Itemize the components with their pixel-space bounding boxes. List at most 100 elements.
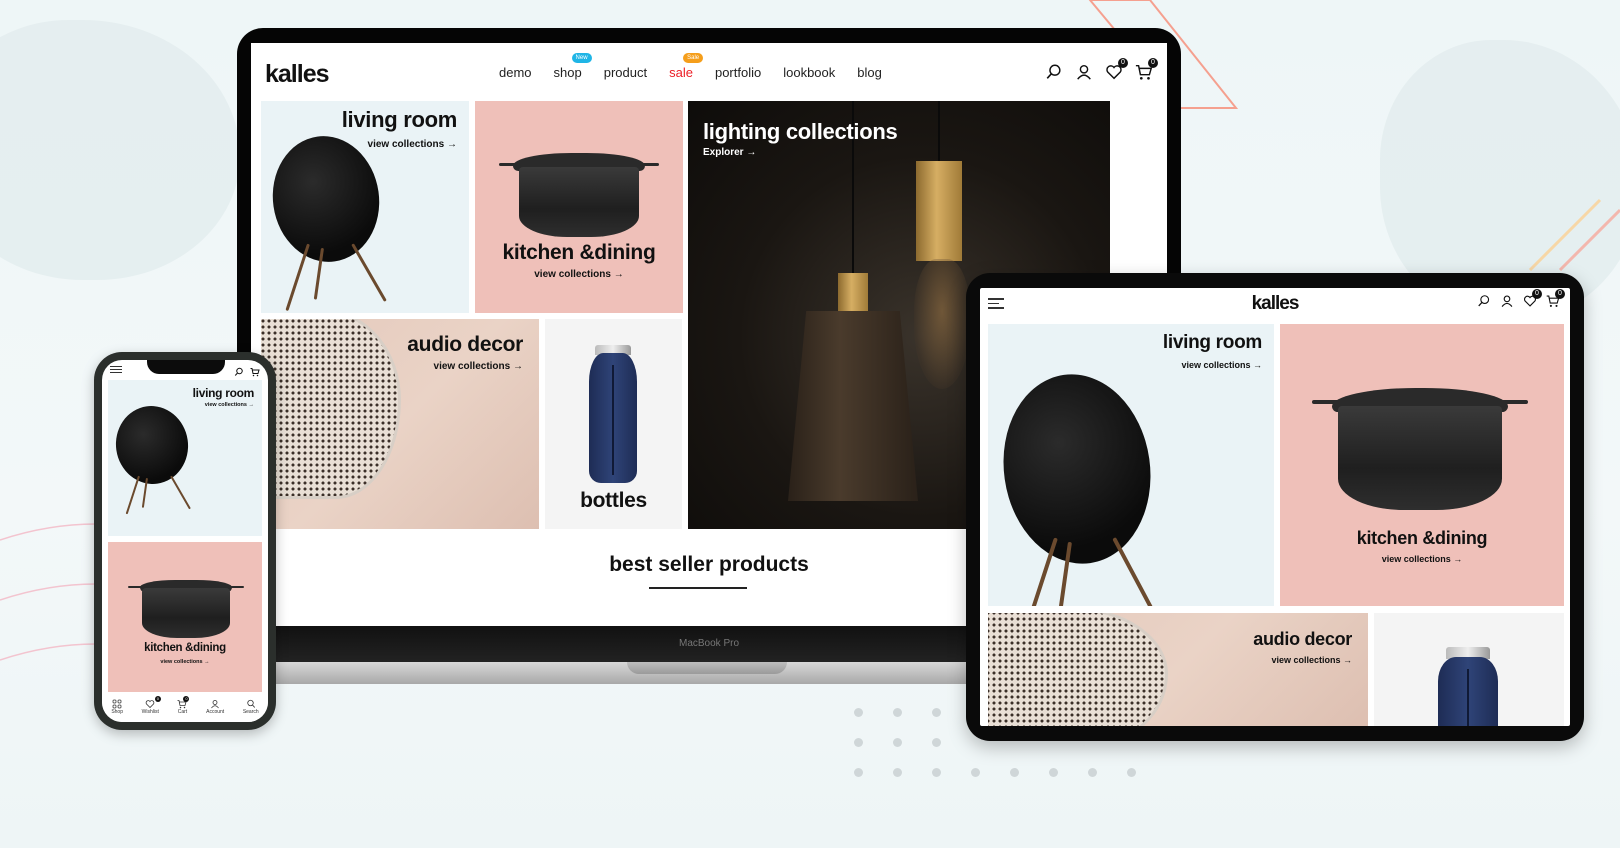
new-badge: New	[571, 53, 592, 63]
laptop-notch	[627, 662, 787, 674]
decor-dot	[932, 768, 941, 777]
view-collections-link[interactable]: view collections →	[475, 269, 683, 280]
heart-icon[interactable]: 0	[1523, 289, 1542, 308]
heart-icon	[145, 700, 155, 709]
tile-audio-decor[interactable]: audio decor view collections →	[988, 613, 1368, 726]
tab-account[interactable]: Account	[206, 699, 224, 715]
tile-title: living room	[192, 386, 255, 400]
tab-search[interactable]: Search	[243, 699, 259, 715]
tab-shop[interactable]: Shop	[111, 699, 123, 715]
decor-dot	[854, 768, 863, 777]
view-collections-link[interactable]: view collections →	[205, 402, 254, 408]
cart-count: 0	[183, 696, 190, 702]
speaker-grille-image	[261, 319, 401, 499]
user-icon[interactable]	[1500, 294, 1514, 308]
tile-title: kitchen &dining	[144, 642, 226, 654]
nav-label: sale	[669, 65, 693, 80]
view-collections-link[interactable]: view collections →	[108, 659, 262, 665]
user-icon[interactable]	[1075, 63, 1093, 81]
cart-icon[interactable]: 0	[1546, 289, 1565, 308]
lamp-fitting	[838, 273, 868, 313]
tile-title: kitchen &dining	[502, 241, 656, 264]
header-icons: 0 0	[1045, 58, 1158, 81]
phone-mockup: kalles living room view collections → ki…	[94, 352, 276, 730]
decor-line	[1528, 198, 1602, 272]
lamp-shade	[788, 311, 918, 501]
tile-bottles[interactable]	[1374, 613, 1564, 726]
phone-screen: kalles living room view collections → ki…	[102, 360, 268, 722]
wishlist-count: 0	[154, 696, 161, 702]
lamp-cord	[938, 101, 940, 161]
tile-bottles[interactable]: bottles	[545, 319, 682, 529]
decor-dot	[1049, 768, 1058, 777]
tile-title: audio decor	[1253, 629, 1352, 649]
site-logo[interactable]: kalles	[265, 60, 330, 89]
sale-badge: Sale	[683, 53, 704, 63]
nav-demo[interactable]: demo	[499, 65, 532, 80]
cart-icon[interactable]	[250, 364, 260, 377]
cart-count: 0	[1148, 58, 1158, 68]
tile-title: audio decor	[407, 333, 523, 356]
tile-kitchen-dining[interactable]: kitchen &dining view collections →	[475, 101, 683, 313]
view-collections-link[interactable]: view collections →	[1271, 655, 1352, 665]
view-collections-link[interactable]: view collections →	[1181, 360, 1262, 370]
tab-label: Wishlist	[141, 709, 159, 715]
search-icon	[247, 699, 255, 708]
nav-label: blog	[857, 65, 882, 80]
grid-icon	[112, 699, 122, 709]
tile-living-room[interactable]: living room view collections →	[261, 101, 469, 313]
tile-audio-decor[interactable]: audio decor view collections →	[261, 319, 539, 529]
heart-icon[interactable]: 0	[1105, 58, 1128, 81]
wishlist-count: 0	[1532, 289, 1542, 299]
site-header: kalles demo shop New product sale Sale por…	[251, 43, 1167, 101]
tab-wishlist[interactable]: 0 Wishlist	[141, 696, 161, 715]
bottom-tab-bar: Shop 0 Wishlist 0 Cart Account Search	[102, 692, 268, 722]
tab-label: Shop	[111, 709, 123, 715]
phone-notch	[147, 360, 225, 374]
nav-shop[interactable]: shop New	[553, 53, 592, 80]
search-icon[interactable]	[1477, 294, 1491, 308]
tile-title: living room	[1162, 332, 1262, 353]
tab-label: Cart	[177, 709, 188, 715]
view-collections-link[interactable]: view collections →	[434, 361, 523, 372]
tile-title: bottles	[580, 489, 647, 512]
nav-portfolio[interactable]: portfolio	[715, 65, 761, 80]
nav-sale[interactable]: sale Sale	[669, 53, 704, 80]
search-icon[interactable]	[234, 364, 244, 376]
user-icon	[211, 700, 219, 709]
header-icons: 0 0	[1477, 289, 1565, 308]
cart-count: 0	[1555, 289, 1565, 299]
view-collections-link[interactable]: view collections →	[368, 139, 457, 150]
nav-label: demo	[499, 65, 532, 80]
cart-icon[interactable]: 0	[1135, 58, 1158, 81]
tab-cart[interactable]: 0 Cart	[177, 696, 190, 715]
nav-blog[interactable]: blog	[857, 65, 882, 80]
tile-title: kitchen &dining	[1356, 528, 1488, 548]
decor-dot	[1127, 768, 1136, 777]
decor-dot	[893, 768, 902, 777]
explorer-link[interactable]: Explorer →	[703, 147, 756, 158]
tablet-screen: kalles 0 0 living room view collections …	[980, 288, 1570, 726]
decor-dot	[971, 768, 980, 777]
nav-label: shop	[553, 65, 582, 80]
nav-label: product	[603, 65, 648, 80]
decor-line	[1558, 208, 1620, 272]
nav-product[interactable]: product	[604, 65, 647, 80]
decor-dot	[932, 738, 941, 747]
nav-lookbook[interactable]: lookbook	[783, 65, 835, 80]
bulb-fitting	[916, 161, 962, 261]
main-nav: demo shop New product sale Sale portfolio …	[499, 53, 882, 80]
section-title-underline	[649, 587, 747, 589]
view-collections-link[interactable]: view collections →	[1280, 554, 1564, 564]
tab-label: Account	[206, 709, 225, 715]
decor-dot	[893, 708, 902, 717]
tile-title: lighting collections	[703, 119, 898, 144]
search-icon[interactable]	[1045, 63, 1063, 81]
decor-dot	[854, 738, 863, 747]
tile-living-room[interactable]: living room view collections →	[108, 380, 262, 536]
tablet-mockup: kalles 0 0 living room view collections …	[966, 273, 1584, 741]
speaker-grille-image	[988, 613, 1168, 726]
tile-kitchen-dining[interactable]: kitchen &dining view collections →	[108, 542, 262, 692]
tile-living-room[interactable]: living room view collections →	[988, 324, 1274, 606]
tile-kitchen-dining[interactable]: kitchen &dining view collections →	[1280, 324, 1564, 606]
